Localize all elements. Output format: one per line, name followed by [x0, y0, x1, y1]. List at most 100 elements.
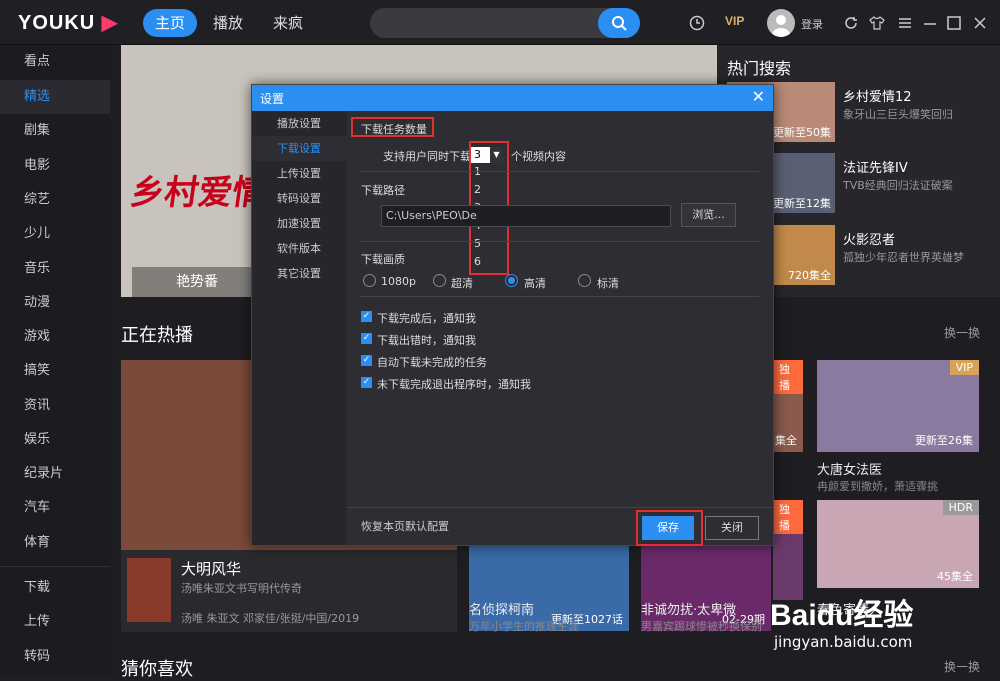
sidebar-item-movie[interactable]: 电影: [0, 149, 110, 183]
quality-radio-1080p[interactable]: [363, 274, 376, 287]
tab-laifeng[interactable]: 来疯: [268, 9, 308, 37]
sidebar-item-kids[interactable]: 少儿: [0, 217, 110, 251]
search-button[interactable]: [598, 8, 640, 38]
refresh-link[interactable]: 换一换: [944, 324, 980, 341]
sidebar-item-download[interactable]: 下载: [0, 571, 110, 605]
user-icon: [772, 15, 790, 37]
hot-badge: 更新至12集: [773, 197, 831, 210]
hot-desc: 象牙山三巨头爆笑回归: [843, 108, 953, 121]
task-count-prefix: 支持用户同时下载: [383, 150, 471, 163]
checkbox-notify-exit[interactable]: ✓: [361, 377, 372, 388]
sidebar-item-upload[interactable]: 上传: [0, 605, 110, 639]
sidebar-item-sports[interactable]: 体育: [0, 526, 110, 560]
quality-label: 超清: [451, 277, 473, 290]
sidebar-item-auto[interactable]: 汽车: [0, 491, 110, 525]
hot-name: 乡村爱情12: [843, 90, 912, 105]
search-input[interactable]: [370, 8, 640, 38]
sidebar-item-ent[interactable]: 娱乐: [0, 423, 110, 457]
hot-desc: 孤独少年忍者世界英雄梦: [843, 251, 964, 264]
dialog-close-icon[interactable]: ✕: [752, 87, 765, 106]
menu-icon[interactable]: [897, 15, 913, 31]
featured-poster: [127, 558, 171, 622]
sidebar-item-jingxuan[interactable]: 精选: [0, 80, 110, 114]
tab-play[interactable]: 播放: [208, 9, 248, 37]
sidebar-item-funny[interactable]: 搞笑: [0, 354, 110, 388]
featured-meta: 汤唯 朱亚文 邓家佳/张挺/中国/2019: [181, 612, 360, 625]
checkbox-notify-complete[interactable]: ✓: [361, 311, 372, 322]
card-desc: 冉颜爱到撒娇，萧适骤挑: [817, 480, 938, 493]
divider: [359, 241, 759, 242]
card-partial[interactable]: 独播 集全: [773, 360, 803, 452]
history-icon[interactable]: [689, 15, 705, 31]
hot-badge: 更新至50集: [773, 126, 831, 139]
sidebar-item-games[interactable]: 游戏: [0, 320, 110, 354]
card-title: 名侦探柯南: [469, 603, 535, 618]
restore-defaults-link[interactable]: 恢复本页默认配置: [361, 518, 449, 534]
hot-desc: TVB经典回归法证破案: [843, 179, 953, 192]
sidebar-item-music[interactable]: 音乐: [0, 252, 110, 286]
minimize-icon[interactable]: [922, 15, 938, 31]
task-count-suffix: 个视频内容: [511, 150, 566, 163]
section-title-guess: 猜你喜欢: [121, 659, 193, 680]
checkbox-label: 自动下载未完成的任务: [377, 356, 487, 369]
search-icon: [612, 16, 627, 31]
sidebar: 看点 精选 剧集 电影 综艺 少儿 音乐 动漫 游戏 搞笑 资讯 娱乐 纪录片 …: [0, 45, 110, 675]
settings-tab-accel[interactable]: 加速设置: [252, 211, 347, 236]
youku-logo[interactable]: YOUKU ▶: [18, 10, 118, 35]
settings-tab-play[interactable]: 播放设置: [252, 111, 347, 136]
quality-radio-biaoqing[interactable]: [578, 274, 591, 287]
close-button[interactable]: 关闭: [705, 516, 759, 540]
sidebar-item-variety[interactable]: 综艺: [0, 183, 110, 217]
quality-radio-chaoqing[interactable]: [433, 274, 446, 287]
settings-tab-version[interactable]: 软件版本: [252, 236, 347, 261]
logo-text: YOUKU: [18, 12, 96, 34]
card-datang[interactable]: VIP 更新至26集: [817, 360, 979, 452]
card-episode: 更新至26集: [915, 434, 973, 447]
checkbox-label: 下载完成后，通知我: [377, 312, 476, 325]
baidu-watermark: Baidu经验 jingyan.baidu.com: [770, 585, 1000, 675]
quality-title: 下载画质: [361, 253, 405, 266]
card-chunse[interactable]: HDR 45集全: [817, 500, 979, 588]
vip-link[interactable]: VIP: [725, 14, 744, 28]
avatar[interactable]: [767, 9, 795, 37]
card-desc: 万年小学生的推理生涯: [469, 620, 579, 633]
card-episode: 集全: [775, 434, 797, 447]
card-title: 非诚勿扰·太卑微: [641, 603, 737, 618]
settings-tab-download[interactable]: 下载设置: [252, 136, 347, 161]
task-count-title: 下载任务数量: [361, 123, 427, 136]
banner-label[interactable]: 艳势番: [132, 267, 262, 297]
play-logo-icon: ▶: [101, 12, 119, 34]
featured-desc: 汤唯朱亚文书写明代传奇: [181, 582, 302, 595]
sidebar-item-news[interactable]: 资讯: [0, 389, 110, 423]
divider: [359, 296, 759, 297]
sidebar-item-docu[interactable]: 纪录片: [0, 457, 110, 491]
sidebar-item-kandian[interactable]: 看点: [0, 45, 110, 79]
browse-button[interactable]: 浏览...: [681, 203, 736, 227]
checkbox-auto-resume[interactable]: ✓: [361, 355, 372, 366]
sidebar-item-transcode[interactable]: 转码: [0, 640, 110, 674]
sidebar-item-anime[interactable]: 动漫: [0, 286, 110, 320]
quality-radio-gaoqing[interactable]: [505, 274, 518, 287]
card-tag: 独播: [773, 360, 803, 394]
sidebar-item-drama[interactable]: 剧集: [0, 114, 110, 148]
quality-label: 高清: [524, 277, 546, 290]
card-tag: VIP: [949, 360, 979, 375]
hot-badge: 720集全: [788, 269, 831, 282]
login-link[interactable]: 登录: [801, 16, 823, 32]
checkbox-notify-error[interactable]: ✓: [361, 333, 372, 344]
card-title: 大唐女法医: [817, 463, 883, 478]
path-field[interactable]: C:\Users\PEO\De: [381, 205, 671, 227]
watermark-url: jingyan.baidu.com: [774, 633, 913, 651]
settings-tab-transcode[interactable]: 转码设置: [252, 186, 347, 211]
top-bar: YOUKU ▶ 主页 播放 来疯 VIP 登录: [0, 0, 1000, 45]
tab-home[interactable]: 主页: [143, 9, 197, 37]
settings-tab-upload[interactable]: 上传设置: [252, 161, 347, 186]
close-window-icon[interactable]: [972, 15, 988, 31]
maximize-icon[interactable]: [946, 15, 962, 31]
hot-name: 火影忍者: [843, 233, 896, 248]
refresh-icon[interactable]: [843, 15, 859, 31]
settings-tab-other[interactable]: 其它设置: [252, 261, 347, 286]
checkbox-label: 下载出错时，通知我: [377, 334, 476, 347]
skin-icon[interactable]: [869, 15, 885, 31]
hot-name: 法证先锋IV: [843, 161, 908, 176]
